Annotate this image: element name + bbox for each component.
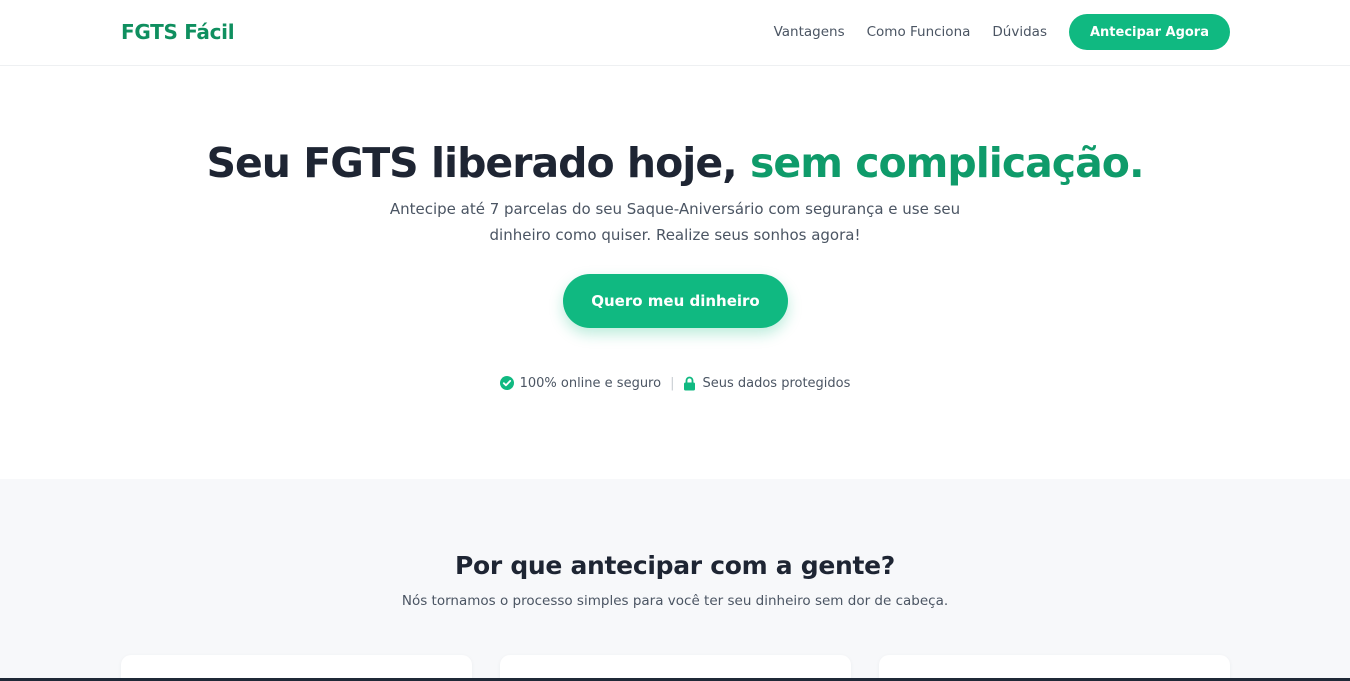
trust-protected: Seus dados protegidos (683, 376, 850, 391)
trust-protected-label: Seus dados protegidos (702, 375, 851, 391)
trust-separator: | (670, 375, 675, 391)
logo[interactable]: FGTS Fácil (121, 20, 235, 44)
nav-link-duvidas[interactable]: Dúvidas (992, 24, 1047, 40)
antecipar-agora-button[interactable]: Antecipar Agora (1068, 14, 1230, 50)
site-header: FGTS Fácil Vantagens Como Funciona Dúvid… (0, 0, 1350, 66)
why-subtitle: Nós tornamos o processo simples para voc… (401, 593, 949, 609)
main-nav: Vantagens Como Funciona Dúvidas Antecipa… (774, 14, 1230, 50)
why-section: Por que antecipar com a gente? Nós torna… (0, 479, 1350, 681)
hero-subtitle: Antecipe até 7 parcelas do seu Saque-Ani… (389, 200, 961, 244)
trust-online-label: 100% online e seguro (519, 375, 662, 391)
check-circle-icon (499, 376, 514, 390)
trust-badges: 100% online e seguro | Seus dados proteg… (0, 373, 1350, 393)
hero-title-main: Seu FGTS liberado hoje, (206, 139, 750, 187)
why-title: Por que antecipar com a gente? (454, 551, 896, 580)
quero-meu-dinheiro-button[interactable]: Quero meu dinheiro (563, 274, 788, 328)
hero-section: Seu FGTS liberado hoje, sem complicação.… (0, 67, 1350, 479)
hero-title: Seu FGTS liberado hoje, sem complicação. (0, 139, 1350, 187)
hero-title-accent: sem complicação. (749, 139, 1145, 187)
nav-link-vantagens[interactable]: Vantagens (774, 24, 845, 40)
lock-icon (684, 376, 696, 390)
trust-online: 100% online e seguro (499, 375, 662, 391)
nav-link-como-funciona[interactable]: Como Funciona (867, 24, 971, 40)
